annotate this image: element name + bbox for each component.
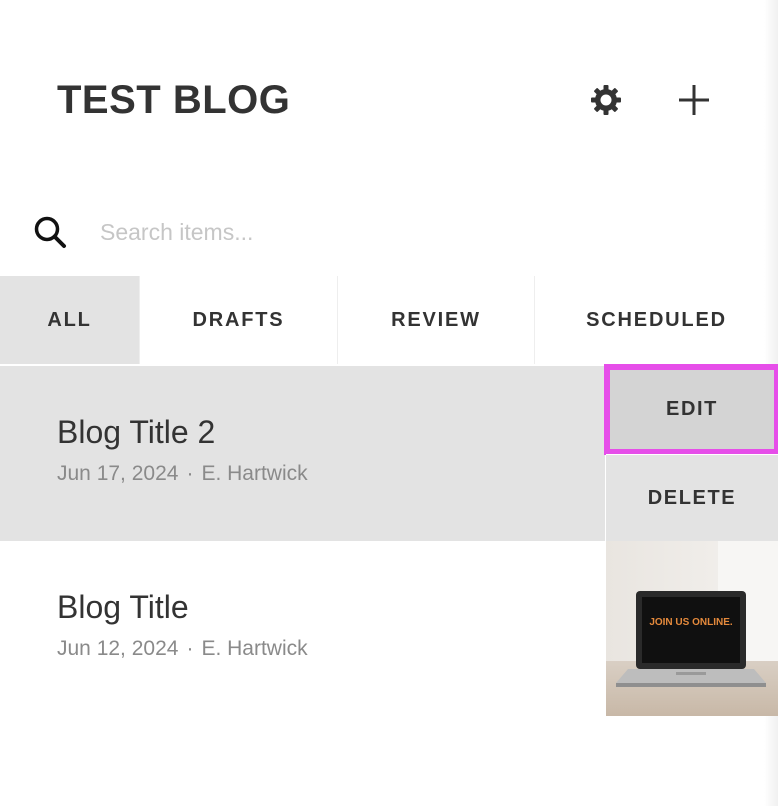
delete-button[interactable]: DELETE: [606, 454, 778, 541]
post-row[interactable]: Blog Title Jun 12, 2024 · E. Hartwick JOIN…: [0, 541, 778, 716]
settings-button[interactable]: [584, 78, 628, 122]
post-meta: Jun 12, 2024 · E. Hartwick: [57, 637, 308, 661]
post-date: Jun 17, 2024: [57, 462, 179, 485]
add-post-button[interactable]: [672, 78, 716, 122]
edit-button[interactable]: EDIT: [604, 364, 778, 455]
tab-drafts[interactable]: DRAFTS: [140, 276, 338, 364]
page-title: TEST BLOG: [57, 78, 291, 122]
tab-all[interactable]: ALL: [0, 276, 140, 364]
tab-scheduled[interactable]: SCHEDULED: [535, 276, 778, 364]
gear-icon: [591, 85, 621, 115]
post-author: E. Hartwick: [201, 462, 308, 485]
search-icon: [34, 216, 66, 248]
thumbnail-text: JOIN US ONLINE.: [649, 617, 733, 628]
post-meta: Jun 17, 2024 · E. Hartwick: [57, 462, 308, 486]
post-row[interactable]: Blog Title 2 Jun 17, 2024 · E. Hartwick ED…: [0, 364, 778, 541]
post-author: E. Hartwick: [201, 637, 308, 660]
row-actions: EDIT DELETE: [604, 364, 778, 541]
meta-separator: ·: [186, 637, 194, 660]
plus-icon: [679, 85, 709, 115]
filter-tabs: ALL DRAFTS REVIEW SCHEDULED: [0, 276, 778, 364]
post-title: Blog Title 2: [57, 414, 216, 450]
post-title: Blog Title: [57, 589, 189, 625]
search-input[interactable]: [100, 214, 600, 250]
laptop-image: JOIN US ONLINE.: [606, 541, 778, 716]
header: TEST BLOG: [0, 0, 778, 200]
search-bar: [0, 200, 778, 264]
post-thumbnail: JOIN US ONLINE.: [606, 541, 778, 716]
post-date: Jun 12, 2024: [57, 637, 179, 660]
meta-separator: ·: [186, 462, 194, 485]
tab-review[interactable]: REVIEW: [338, 276, 535, 364]
